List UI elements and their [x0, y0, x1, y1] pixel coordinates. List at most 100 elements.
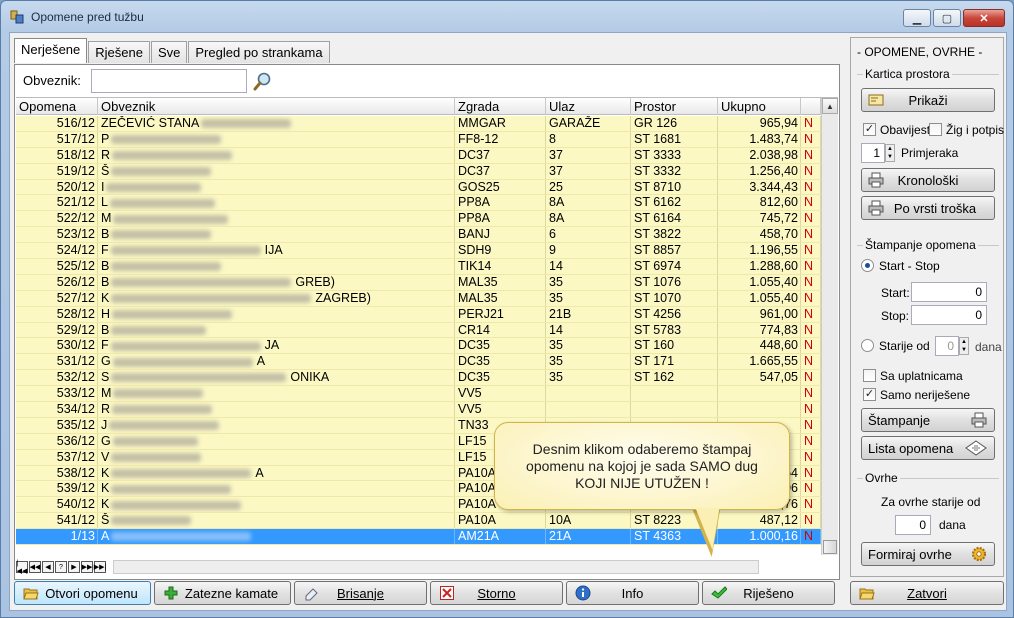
- cell-obveznik: M: [98, 211, 455, 227]
- cell-ukupno-text: 774,83: [759, 322, 798, 337]
- ovrhe-dana-input[interactable]: 0: [895, 515, 931, 535]
- col-ulaz[interactable]: Ulaz: [546, 98, 631, 115]
- search-icon[interactable]: [253, 71, 273, 91]
- cell-prostor-text: ST 171: [634, 354, 675, 369]
- scroll-up-icon[interactable]: ▲: [822, 98, 838, 114]
- info-button[interactable]: Info: [566, 581, 699, 605]
- table-row[interactable]: 531/12 G A DC35 35 ST 171 1.665,55 N: [16, 354, 821, 371]
- nav-help-icon[interactable]: ?: [55, 561, 67, 573]
- cell-opomena: 520/12: [16, 179, 98, 195]
- col-obveznik[interactable]: Obveznik: [98, 98, 455, 115]
- cell-ukupno: 1.483,74: [718, 131, 801, 147]
- redacted-name: [111, 278, 292, 288]
- cell-status: N: [801, 306, 821, 322]
- cell-obveznik-text: B: [101, 259, 110, 274]
- table-row[interactable]: 526/12 B GREB) MAL35 35 ST 1076 1.055,40 N: [16, 274, 821, 291]
- redacted-name: [112, 437, 198, 447]
- col-opomena[interactable]: Opomena: [16, 98, 98, 115]
- col-status[interactable]: [801, 98, 821, 115]
- col-ukupno[interactable]: Ukupno: [718, 98, 801, 115]
- close-button[interactable]: ✕: [963, 9, 1005, 27]
- table-row[interactable]: 520/12 I GOS25 25 ST 8710 3.344,43 N: [16, 179, 821, 196]
- tab-sve[interactable]: Sve: [150, 41, 188, 63]
- table-row[interactable]: 525/12 B TIK14 14 ST 6974 1.288,60 N: [16, 259, 821, 275]
- cell-ukupno-text: 3.344,43: [749, 179, 798, 194]
- redacted-name: [112, 405, 213, 415]
- obavijest-label: Obavijest: [880, 123, 931, 137]
- tab-rjesene[interactable]: Rješene: [88, 41, 150, 63]
- nav-prev-icon[interactable]: ◀: [42, 561, 54, 573]
- table-row[interactable]: 527/12 K ZAGREB) MAL35 35 ST 1070 1.055,40 N: [16, 290, 821, 307]
- printer-icon: [868, 172, 884, 188]
- cell-ulaz-text: 14: [549, 259, 563, 274]
- scroll-thumb[interactable]: [823, 540, 837, 554]
- cell-status: N: [801, 211, 821, 227]
- cell-obveznik: I: [98, 179, 455, 195]
- table-row[interactable]: 532/12 S ONIKA DC35 35 ST 162 547,05 N: [16, 370, 821, 387]
- maximize-button[interactable]: ▢: [933, 9, 961, 27]
- storno-button[interactable]: Storno: [430, 581, 563, 605]
- table-row[interactable]: 517/12 P FF8-12 8 ST 1681 1.483,74 N: [16, 131, 821, 148]
- rijeseno-button[interactable]: Riješeno: [702, 581, 835, 605]
- starije-od-radio[interactable]: [861, 339, 874, 352]
- starije-od-spinner[interactable]: ▲ ▼: [959, 337, 969, 355]
- grid-horizontal-scrollbar[interactable]: [113, 560, 759, 574]
- prikazi-button[interactable]: Prikaži: [861, 88, 995, 112]
- cell-status-text: N: [804, 116, 814, 130]
- start-stop-radio[interactable]: [861, 259, 874, 272]
- sa-uplatnicama-checkbox[interactable]: [863, 369, 876, 382]
- table-row[interactable]: 533/12 M VV5 N: [16, 386, 821, 403]
- kronoloski-button[interactable]: Kronološki: [861, 168, 995, 192]
- primjeraka-input[interactable]: 1: [861, 143, 885, 163]
- primjeraka-spinner[interactable]: ▲ ▼: [885, 144, 895, 162]
- stampanje-button[interactable]: Štampanje: [861, 408, 995, 432]
- formiraj-ovrhe-button[interactable]: Formiraj ovrhe: [861, 542, 995, 566]
- nav-first-page-icon[interactable]: |◀◀: [16, 560, 28, 575]
- table-row[interactable]: 516/12 ZEČEVIĆ STANA MMGAR GARAŽE GR 126 965,…: [16, 116, 821, 132]
- printer-icon: [971, 412, 987, 428]
- table-row[interactable]: 1/13 A AM21A 21A ST 4363 1.000,16 N: [16, 529, 821, 546]
- table-row[interactable]: 529/12 B CR14 14 ST 5783 774,83 N: [16, 322, 821, 339]
- table-row[interactable]: 528/12 H PERJ21 21B ST 4256 961,00 N: [16, 306, 821, 323]
- table-row[interactable]: 522/12 M PP8A 8A ST 6164 745,72 N: [16, 211, 821, 228]
- table-row[interactable]: 519/12 Š DC37 37 ST 3332 1.256,40 N: [16, 163, 821, 180]
- title-bar[interactable]: Opomene pred tužbu ▁ ▢ ✕: [1, 1, 1013, 33]
- stop-input[interactable]: 0: [911, 305, 987, 325]
- zig-potpis-checkbox[interactable]: [929, 123, 942, 136]
- redacted-name: [111, 468, 252, 478]
- tab-pregled-po-strankama[interactable]: Pregled po strankama: [188, 41, 330, 63]
- spin-up-icon: ▲: [961, 339, 967, 345]
- cell-status-text: N: [804, 417, 814, 432]
- start-input[interactable]: 0: [911, 282, 987, 302]
- minimize-button[interactable]: ▁: [903, 9, 931, 27]
- cell-ukupno: [718, 386, 801, 402]
- nav-prev-page-icon[interactable]: ◀◀: [29, 561, 41, 573]
- table-row[interactable]: 523/12 B BANJ 6 ST 3822 458,70 N: [16, 227, 821, 244]
- table-row[interactable]: 530/12 F JA DC35 35 ST 160 448,60 N: [16, 338, 821, 355]
- brisanje-button[interactable]: Brisanje: [294, 581, 427, 605]
- starije-od-input[interactable]: 0: [935, 336, 959, 356]
- brisanje-label: Brisanje: [337, 585, 384, 601]
- lista-opomena-button[interactable]: Lista opomena: [861, 436, 995, 460]
- obavijest-checkbox[interactable]: ✓: [863, 123, 876, 136]
- table-row[interactable]: 524/12 F IJA SDH9 9 ST 8857 1.196,55 N: [16, 243, 821, 260]
- col-prostor[interactable]: Prostor: [631, 98, 718, 115]
- cell-ulaz-text: 14: [549, 322, 563, 337]
- col-zgrada[interactable]: Zgrada: [455, 98, 546, 115]
- po-vrsti-troska-button[interactable]: Po vrsti troška: [861, 196, 995, 220]
- table-row[interactable]: 521/12 L PP8A 8A ST 6162 812,60 N: [16, 195, 821, 212]
- tab-strip: Nerješene Rješene Sve Pregled po stranka…: [14, 38, 331, 63]
- nav-last-page-icon[interactable]: ▶▶|: [94, 561, 106, 573]
- tab-nerjesene[interactable]: Nerješene: [14, 38, 88, 63]
- obveznik-search-input[interactable]: [91, 69, 247, 93]
- table-row[interactable]: 518/12 R DC37 37 ST 3333 2.038,98 N: [16, 147, 821, 164]
- otvori-opomenu-button[interactable]: Otvori opomenu: [14, 581, 151, 605]
- cell-obveznik-text: F: [101, 243, 109, 258]
- samo-nerijesene-checkbox[interactable]: ✓: [863, 388, 876, 401]
- table-row[interactable]: 534/12 R VV5 N: [16, 402, 821, 418]
- grid-vertical-scrollbar[interactable]: ▲: [821, 98, 838, 555]
- zatvori-button[interactable]: Zatvori: [850, 581, 1004, 605]
- nav-next-page-icon[interactable]: ▶▶: [81, 561, 93, 573]
- nav-next-icon[interactable]: ▶: [68, 561, 80, 573]
- zatezne-kamate-button[interactable]: Zatezne kamate: [154, 581, 291, 605]
